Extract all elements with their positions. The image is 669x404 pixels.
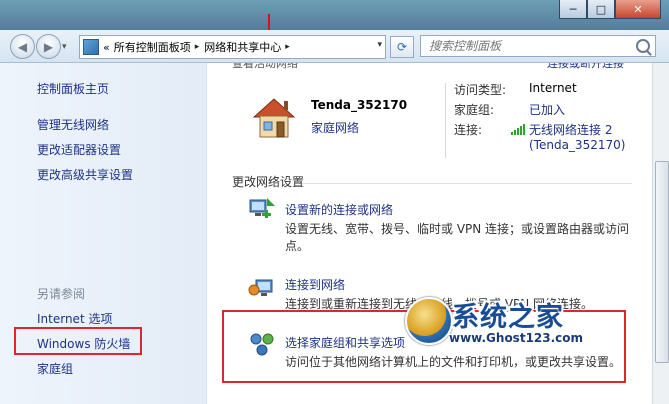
search-icon[interactable]: [636, 39, 650, 53]
refresh-icon: ⟳: [396, 40, 408, 54]
network-name: Tenda_352170: [311, 98, 408, 112]
search-box[interactable]: [420, 35, 656, 57]
sidebar-item-homegroup[interactable]: 家庭组: [37, 360, 73, 377]
access-type-value: Internet: [529, 81, 577, 95]
connect-network-icon: [248, 279, 273, 296]
network-type-link[interactable]: 家庭网络: [311, 119, 359, 136]
sidebar-item-control-panel-home[interactable]: 控制面板主页: [37, 80, 109, 97]
recent-pages-dropdown[interactable]: ▾: [62, 42, 67, 52]
vertical-scrollbar[interactable]: [652, 63, 669, 404]
setup-new-connection-desc: 设置无线、宽带、拨号、临时或 VPN 连接；或设置路由器或访问点。: [285, 222, 630, 253]
scrollbar-thumb[interactable]: [655, 161, 669, 363]
connect-to-network-link[interactable]: 连接到网络: [285, 276, 345, 293]
main-content: 查看活动网络 连接或断开连接 Tenda_352170 家庭网络 访问类型: I…: [207, 63, 652, 404]
new-connection-icon: [249, 198, 275, 218]
connection-link[interactable]: 无线网络连接 2: [529, 121, 612, 138]
title-bar: ─ □ ✕: [0, 0, 669, 30]
breadcrumb-all-control-panel[interactable]: 所有控制面板项: [114, 39, 191, 55]
sidebar-item-internet-options[interactable]: Internet 选项: [37, 310, 112, 327]
change-settings-heading: 更改网络设置: [232, 175, 305, 189]
connect-disconnect-link[interactable]: 连接或断开连接: [547, 63, 624, 71]
globe-icon: [405, 297, 453, 345]
watermark-url: www.Ghost123.com: [449, 331, 584, 345]
homegroup-value-link[interactable]: 已加入: [529, 101, 565, 118]
window-controls: ─ □ ✕: [559, 0, 661, 20]
setup-new-connection-link[interactable]: 设置新的连接或网络: [285, 201, 393, 218]
minimize-button[interactable]: ─: [559, 0, 587, 19]
chevron-down-icon: ▾: [62, 42, 67, 52]
connection-link-ssid[interactable]: (Tenda_352170): [529, 138, 625, 152]
chevron-down-icon[interactable]: ▾: [377, 40, 382, 50]
sidebar-item-adapter-settings[interactable]: 更改适配器设置: [37, 141, 121, 158]
firewall-highlight-box: [14, 327, 142, 355]
sidebar-item-manage-wireless[interactable]: 管理无线网络: [37, 116, 109, 133]
close-button[interactable]: ✕: [615, 0, 661, 19]
homegroup-label: 家庭组:: [454, 103, 495, 117]
control-panel-icon: [83, 39, 99, 55]
connection-label: 连接:: [454, 123, 483, 137]
back-button[interactable]: ◀: [10, 34, 35, 59]
forward-button[interactable]: ▶: [36, 34, 61, 59]
title-bar-accent: [268, 14, 270, 30]
house-icon: [252, 98, 296, 138]
divider: [445, 83, 446, 158]
active-networks-heading: 查看活动网络: [232, 63, 298, 70]
access-type-label: 访问类型:: [454, 83, 507, 97]
watermark-title: 系统之家: [452, 302, 564, 333]
breadcrumb-overflow[interactable]: «: [103, 41, 110, 54]
breadcrumb-network-center[interactable]: 网络和共享中心: [204, 39, 281, 55]
navigation-bar: ◀ ▶ ▾ « 所有控制面板项 ▸ 网络和共享中心 ▸ ▾ ⟳: [0, 30, 669, 63]
search-input[interactable]: [420, 35, 656, 57]
divider: [302, 183, 632, 184]
breadcrumb-separator[interactable]: ▸: [195, 42, 200, 52]
refresh-button[interactable]: ⟳: [390, 36, 414, 58]
arrow-left-icon: ◀: [17, 39, 28, 54]
maximize-button[interactable]: □: [587, 0, 615, 19]
see-also-heading: 另请参阅: [37, 287, 86, 301]
breadcrumb-separator[interactable]: ▸: [285, 42, 290, 52]
wireless-signal-icon: [511, 123, 525, 135]
arrow-right-icon: ▶: [43, 39, 54, 54]
address-bar[interactable]: « 所有控制面板项 ▸ 网络和共享中心 ▸ ▾: [79, 35, 386, 59]
watermark-logo: 系统之家 www.Ghost123.com: [405, 295, 610, 350]
sidebar-item-advanced-sharing[interactable]: 更改高级共享设置: [37, 166, 133, 183]
